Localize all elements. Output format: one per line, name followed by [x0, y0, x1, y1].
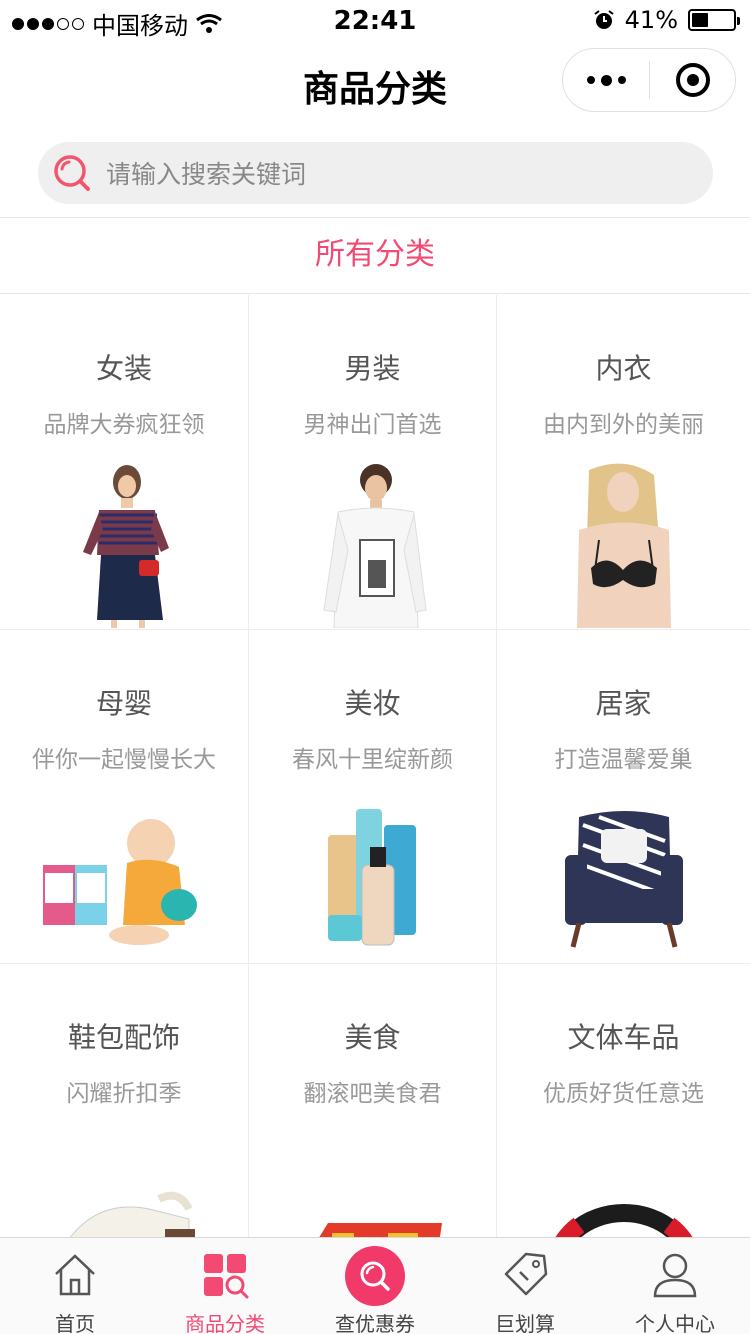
search-input[interactable]: 请输入搜索关键词	[38, 142, 713, 204]
category-name: 居家	[595, 687, 652, 720]
tab-label: 查优惠券	[335, 1312, 415, 1334]
tab-label: 个人中心	[635, 1312, 715, 1334]
coupon-search-icon	[360, 1261, 390, 1291]
tab-profile[interactable]: 个人中心	[600, 1238, 750, 1334]
user-icon	[653, 1253, 697, 1298]
armchair-image	[564, 811, 683, 948]
search-placeholder: 请输入搜索关键词	[106, 160, 307, 189]
category-name: 内衣	[595, 352, 652, 385]
coupon-search-button[interactable]	[345, 1246, 405, 1306]
category-cell-sports-auto[interactable]: 文体车品 优质好货任意选	[496, 963, 750, 1237]
category-name: 母婴	[95, 687, 152, 720]
category-desc: 男神出门首选	[303, 412, 442, 438]
category-name: 美妆	[344, 687, 401, 720]
baby-toys-image	[43, 819, 197, 945]
category-cell-men[interactable]: 男装 男神出门首选	[248, 295, 496, 629]
tab-label: 巨划算	[495, 1312, 555, 1334]
tab-category[interactable]: 商品分类	[150, 1238, 300, 1334]
steering-wheel-image	[555, 1204, 692, 1237]
category-desc: 品牌大券疯狂领	[43, 412, 205, 438]
shoe-image	[69, 1191, 195, 1237]
category-desc: 优质好货任意选	[543, 1081, 704, 1107]
nav-bar: 商品分类	[0, 40, 750, 128]
tab-coupon[interactable]: 查优惠券	[300, 1238, 450, 1334]
miniprogram-capsule	[562, 48, 736, 112]
close-ring-icon	[675, 63, 710, 97]
snack-box-image	[318, 1223, 442, 1237]
category-cell-beauty[interactable]: 美妆 春风十里绽新颜	[248, 629, 496, 963]
category-desc: 春风十里绽新颜	[292, 747, 453, 773]
search-bar: 请输入搜索关键词	[0, 128, 750, 218]
category-name: 文体车品	[567, 1021, 680, 1054]
category-cell-baby[interactable]: 母婴 伴你一起慢慢长大	[0, 629, 248, 963]
tab-home[interactable]: 首页	[0, 1238, 150, 1334]
tag-icon	[504, 1252, 548, 1296]
tab-label: 首页	[55, 1312, 95, 1334]
status-right: 41%	[593, 6, 740, 34]
category-cell-shoes-bags[interactable]: 鞋包配饰 闪耀折扣季	[0, 963, 248, 1237]
alarm-icon	[594, 10, 614, 29]
more-button[interactable]	[563, 74, 649, 86]
dress-model-image	[83, 465, 169, 628]
home-icon	[55, 1254, 95, 1296]
category-name: 鞋包配饰	[67, 1021, 180, 1054]
category-cell-women[interactable]: 女装 品牌大券疯狂领	[0, 295, 248, 629]
category-desc: 伴你一起慢慢长大	[32, 747, 216, 773]
category-cell-home[interactable]: 居家 打造温馨爱巢	[496, 629, 750, 963]
menswear-model-image	[322, 464, 427, 628]
close-button[interactable]	[650, 63, 735, 97]
battery-percent: 41%	[624, 6, 678, 34]
category-grid: 女装 品牌大券疯狂领 男装 男神出门首选 内衣 由内到外的美丽 母婴 伴你一起慢…	[0, 295, 750, 1237]
category-desc: 打造温馨爱巢	[554, 747, 693, 773]
category-name: 美食	[344, 1021, 401, 1054]
tab-bar: 首页 商品分类 查优惠券 巨划算 个人中心	[0, 1237, 750, 1334]
category-icon	[204, 1254, 249, 1299]
category-name: 女装	[95, 352, 152, 385]
category-cell-food[interactable]: 美食 翻滚吧美食君	[248, 963, 496, 1237]
status-bar: 中国移动 22:41 41%	[0, 0, 750, 40]
category-cell-lingerie[interactable]: 内衣 由内到外的美丽	[496, 295, 750, 629]
cosmetics-image	[327, 809, 416, 946]
tab-label: 商品分类	[185, 1312, 265, 1334]
battery-icon	[688, 9, 740, 31]
lingerie-model-image	[576, 463, 671, 628]
category-desc: 翻滚吧美食君	[303, 1081, 442, 1107]
category-name: 男装	[344, 352, 401, 385]
tab-deals[interactable]: 巨划算	[450, 1238, 600, 1334]
category-desc: 闪耀折扣季	[66, 1081, 182, 1107]
category-desc: 由内到外的美丽	[543, 412, 704, 438]
search-icon	[54, 155, 90, 191]
all-categories-title: 所有分类	[0, 219, 750, 294]
